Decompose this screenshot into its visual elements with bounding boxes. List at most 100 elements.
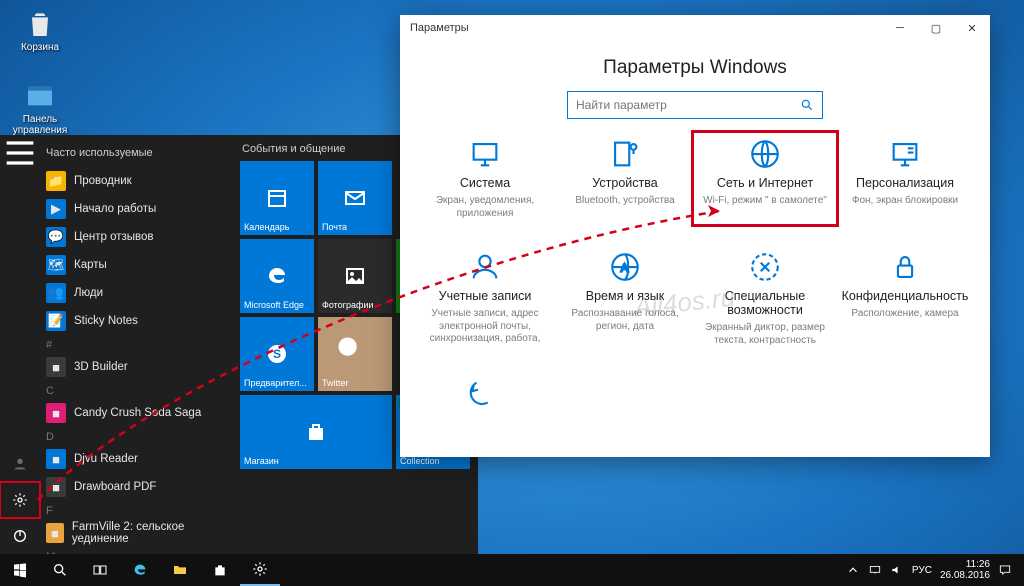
start-tile-edge[interactable]: Microsoft Edge: [240, 239, 314, 313]
settings-taskbar-button[interactable]: [240, 554, 280, 586]
app-icon: 📝: [46, 311, 66, 331]
alpha-header[interactable]: D: [40, 427, 232, 445]
app-label: Проводник: [74, 175, 132, 187]
category-subtitle: Wi-Fi, режим " в самолете": [703, 195, 827, 208]
app-list-item[interactable]: ■Candy Crush Soda Saga: [40, 399, 232, 427]
desktop-icon-label: Корзина: [8, 42, 72, 53]
close-button[interactable]: ✕: [954, 15, 990, 41]
minimize-button[interactable]: ─: [882, 15, 918, 41]
category-title: Персонализация: [856, 176, 954, 190]
maximize-button[interactable]: ▢: [918, 15, 954, 41]
alpha-header[interactable]: C: [40, 381, 232, 399]
skype-icon: S: [265, 342, 289, 366]
system-tray[interactable]: РУС 11:26 26.08.2016: [846, 559, 1024, 581]
taskbar: РУС 11:26 26.08.2016: [0, 554, 1024, 586]
category-subtitle: Фон, экран блокировки: [852, 195, 958, 208]
account-button[interactable]: [0, 446, 40, 482]
category-title: Конфиденциальность: [842, 289, 969, 303]
network-icon[interactable]: [868, 563, 882, 577]
settings-search[interactable]: [567, 91, 823, 119]
tile-label: Почта: [322, 222, 347, 232]
category-subtitle: Экранный диктор, размер текста, контраст…: [698, 322, 832, 347]
hamburger-button[interactable]: [0, 135, 40, 171]
explorer-taskbar-button[interactable]: [160, 554, 200, 586]
app-label: Candy Crush Soda Saga: [74, 407, 201, 419]
start-tile-photos[interactable]: Фотографии: [318, 239, 392, 313]
language-indicator[interactable]: РУС: [912, 565, 932, 576]
app-list-item[interactable]: ■3D Builder: [40, 353, 232, 381]
search-icon: [52, 562, 68, 578]
settings-category[interactable]: Учетные записи Учетные записи, адрес элек…: [418, 250, 552, 347]
settings-rail-button[interactable]: [0, 482, 40, 518]
chevron-up-icon[interactable]: [846, 563, 860, 577]
app-label: FarmVille 2: сельское уединение: [72, 521, 226, 545]
settings-category[interactable]: СистемаЭкран, уведомления, приложения: [418, 137, 552, 220]
start-tile-mail[interactable]: Почта: [318, 161, 392, 235]
app-list-item[interactable]: 📝 Sticky Notes: [40, 307, 232, 335]
settings-category[interactable]: Сеть и Интернет Wi-Fi, режим " в самолете…: [698, 137, 832, 220]
category-title: Сеть и Интернет: [717, 176, 813, 190]
app-list-item[interactable]: ■ Djvu Reader: [40, 445, 232, 473]
start-tile-skype[interactable]: SПредварител...: [240, 317, 314, 391]
start-tile-store[interactable]: Магазин: [240, 395, 392, 469]
power-button[interactable]: [0, 518, 40, 554]
start-button[interactable]: [0, 554, 40, 586]
start-tile-calendar[interactable]: Календарь: [240, 161, 314, 235]
control-panel-icon: [24, 80, 56, 112]
alpha-header[interactable]: #: [40, 335, 232, 353]
tile-label: Фотографии: [322, 300, 373, 310]
app-label: Люди: [74, 287, 103, 299]
app-list-item[interactable]: 💬Центр отзывов: [40, 223, 232, 251]
clock[interactable]: 11:26 26.08.2016: [940, 559, 990, 581]
edge-taskbar-button[interactable]: [120, 554, 160, 586]
recycle-bin-desktop-icon[interactable]: Корзина: [8, 8, 72, 53]
edge-icon: [265, 264, 289, 288]
app-label: Djvu Reader: [74, 453, 138, 465]
task-view-button[interactable]: [80, 554, 120, 586]
action-center-icon[interactable]: [998, 563, 1012, 577]
category-icon: [468, 377, 502, 411]
app-label: Drawboard PDF: [74, 481, 156, 493]
settings-category[interactable]: Персонализация Фон, экран блокировки: [838, 137, 972, 220]
power-icon: [12, 528, 28, 544]
category-icon: [468, 250, 502, 284]
app-icon: 🗺: [46, 255, 66, 275]
volume-icon[interactable]: [890, 563, 904, 577]
app-list-item[interactable]: ▶Начало работы: [40, 195, 232, 223]
settings-category[interactable]: КонфиденциальностьРасположение, камера: [838, 250, 972, 347]
category-subtitle: Bluetooth, устройства: [575, 195, 674, 208]
start-app-list: Часто используемые 📁Проводник▶Начало раб…: [40, 135, 236, 554]
category-title: Учетные записи: [439, 289, 532, 303]
category-icon: [748, 137, 782, 171]
search-input[interactable]: [576, 98, 800, 112]
settings-category[interactable]: [418, 377, 552, 411]
start-tile-twitter[interactable]: Twitter: [318, 317, 392, 391]
app-list-item[interactable]: 🗺Карты: [40, 251, 232, 279]
alpha-header[interactable]: M: [40, 547, 232, 554]
app-icon: ■: [46, 449, 66, 469]
start-rail: [0, 135, 40, 554]
hamburger-icon: [0, 133, 40, 173]
app-list-item[interactable]: ■Drawboard PDF: [40, 473, 232, 501]
store-icon: [304, 420, 328, 444]
app-label: 3D Builder: [74, 361, 128, 373]
app-list-item[interactable]: 👥Люди: [40, 279, 232, 307]
control-panel-desktop-icon[interactable]: Панель управления: [8, 80, 72, 136]
tile-label: Twitter: [322, 378, 349, 388]
settings-category[interactable]: УстройстваBluetooth, устройства: [558, 137, 692, 220]
search-icon: [800, 98, 814, 112]
window-title: Параметры: [410, 22, 469, 34]
edge-icon: [132, 562, 148, 578]
store-taskbar-button[interactable]: [200, 554, 240, 586]
app-list-item[interactable]: ■FarmVille 2: сельское уединение: [40, 519, 232, 547]
category-subtitle: Учетные записи, адрес электронной почты,…: [418, 308, 552, 346]
titlebar[interactable]: Параметры ─ ▢ ✕: [400, 15, 990, 41]
app-label: Sticky Notes: [74, 315, 138, 327]
gear-icon: [12, 492, 28, 508]
user-icon: [12, 456, 28, 472]
search-taskbar-button[interactable]: [40, 554, 80, 586]
settings-window: Параметры ─ ▢ ✕ Параметры Windows Систем…: [400, 15, 990, 457]
category-icon: A: [608, 250, 642, 284]
alpha-header[interactable]: F: [40, 501, 232, 519]
app-list-item[interactable]: 📁Проводник: [40, 167, 232, 195]
